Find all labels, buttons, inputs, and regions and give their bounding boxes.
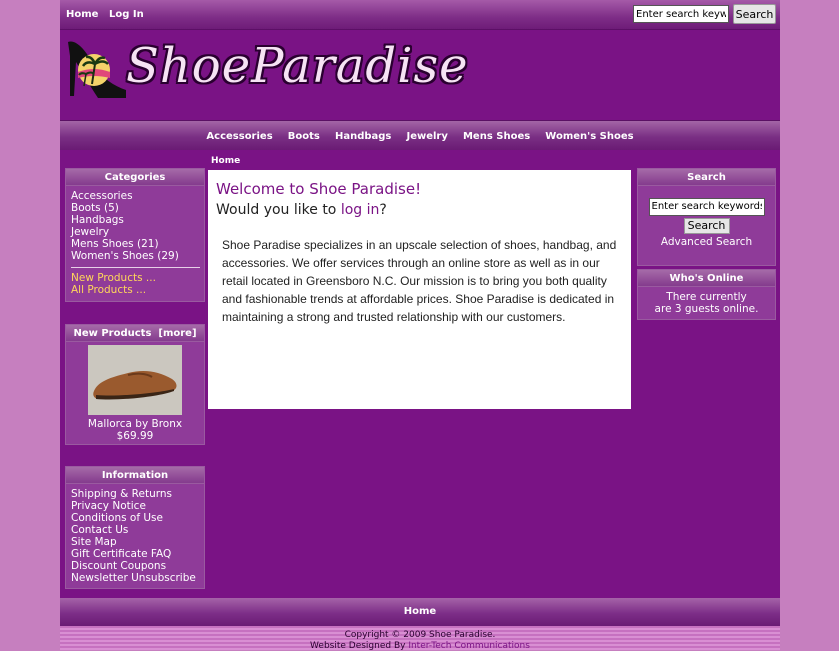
category-jewelry[interactable]: Jewelry [71,226,200,238]
side-search-input[interactable] [648,197,765,216]
category-divider [71,267,200,268]
info-gift-certificate-faq[interactable]: Gift Certificate FAQ [71,548,200,560]
main-content: Welcome to Shoe Paradise! Would you like… [208,170,631,409]
site-logo-text[interactable]: ShoeParadise [126,38,469,94]
footer-home-link[interactable]: Home [404,606,436,617]
category-nav-bar: Accessories Boots Handbags Jewelry Mens … [60,120,780,150]
category-boots[interactable]: Boots (5) [71,202,200,214]
new-products-title: New Products [more] [65,324,205,342]
categories-box: Categories Accessories Boots (5) Handbag… [65,168,205,302]
search-title: Search [637,168,776,186]
login-prompt: Would you like to log in? [216,202,387,218]
nav-accessories[interactable]: Accessories [206,121,272,153]
nav-handbags[interactable]: Handbags [335,121,391,153]
nav-boots[interactable]: Boots [288,121,320,153]
info-site-map[interactable]: Site Map [71,536,200,548]
categories-title: Categories [65,168,205,186]
all-products-link[interactable]: All Products ... [71,284,200,296]
nav-womens-shoes[interactable]: Women's Shoes [545,121,633,153]
info-discount-coupons[interactable]: Discount Coupons [71,560,200,572]
welcome-heading: Welcome to Shoe Paradise! [216,180,422,198]
category-accessories[interactable]: Accessories [71,190,200,202]
product-price: $69.99 [116,430,154,442]
advanced-search-link[interactable]: Advanced Search [638,236,775,248]
whos-online-box: Who's Online There currently are 3 guest… [637,269,776,320]
new-products-more-link[interactable]: [more] [158,328,196,339]
copyright-text: Copyright © 2009 Shoe Paradise. [344,630,496,640]
nav-jewelry[interactable]: Jewelry [406,121,447,153]
product-shoe-image[interactable] [88,345,182,415]
site-header: ShoeParadise [60,30,780,120]
new-products-link[interactable]: New Products ... [71,272,200,284]
top-bar: Home Log In Search [60,0,780,30]
info-shipping-returns[interactable]: Shipping & Returns [71,488,200,500]
breadcrumb[interactable]: Home [211,156,240,166]
login-prompt-suffix: ? [379,202,387,218]
side-search-button[interactable]: Search [683,217,730,234]
whos-online-line2: are 3 guests online. [654,303,759,315]
whos-online-title: Who's Online [637,269,776,287]
nav-mens-shoes[interactable]: Mens Shoes [463,121,530,153]
info-contact-us[interactable]: Contact Us [71,524,200,536]
top-search-input[interactable] [633,5,729,23]
search-box: Search Search Advanced Search [637,168,776,266]
top-search-button[interactable]: Search [733,4,776,24]
whos-online-line1: There currently [666,291,747,303]
info-conditions-of-use[interactable]: Conditions of Use [71,512,200,524]
high-heel-logo-icon[interactable] [64,36,128,102]
new-products-box: New Products [more] Mallorca by Bronx $6… [65,324,205,445]
login-prompt-text: Would you like to [216,202,341,218]
top-login-link[interactable]: Log In [109,9,144,20]
new-products-title-text: New Products [73,328,152,339]
category-womens-shoes[interactable]: Women's Shoes (29) [71,250,200,262]
page-wrapper: Home Log In Search ShoeParadise Accessor… [60,0,780,651]
info-newsletter-unsubscribe[interactable]: Newsletter Unsubscribe [71,572,200,584]
information-title: Information [65,466,205,484]
product-name[interactable]: Mallorca by Bronx [66,418,204,430]
login-link[interactable]: log in [341,202,380,218]
category-mens-shoes[interactable]: Mens Shoes (21) [71,238,200,250]
footer-nav-bar: Home [60,598,780,626]
mission-paragraph: Shoe Paradise specializes in an upscale … [222,238,617,324]
info-privacy-notice[interactable]: Privacy Notice [71,500,200,512]
top-home-link[interactable]: Home [66,9,98,20]
information-box: Information Shipping & Returns Privacy N… [65,466,205,589]
category-handbags[interactable]: Handbags [71,214,200,226]
